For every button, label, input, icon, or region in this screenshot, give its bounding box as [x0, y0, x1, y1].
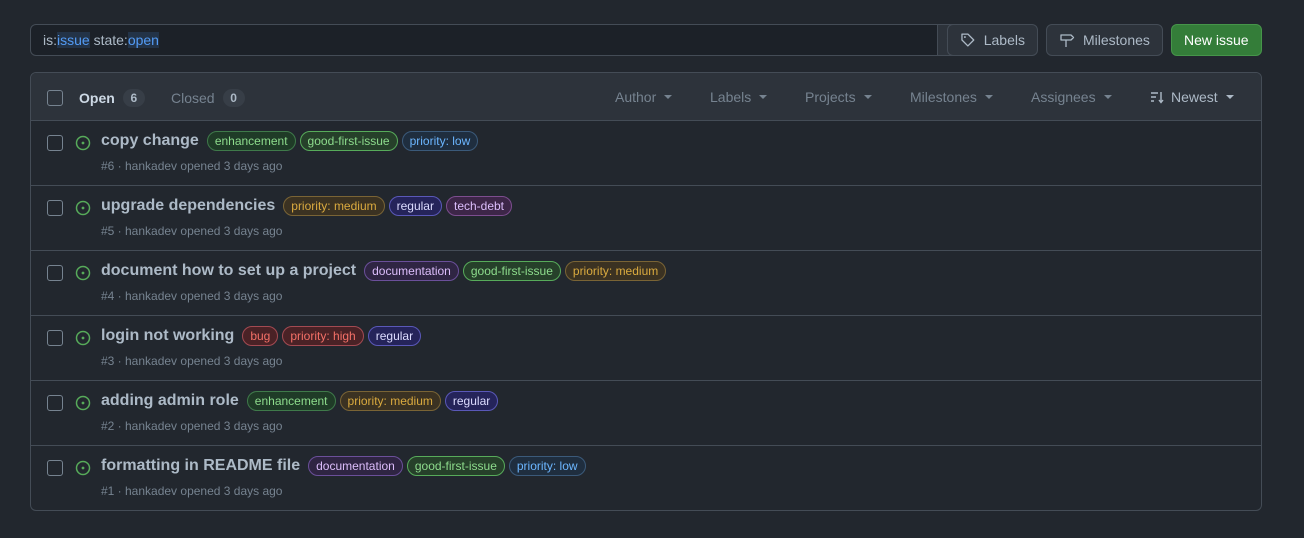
assignees-filter[interactable]: Assignees [1031, 89, 1112, 105]
issue-label[interactable]: good-first-issue [406, 456, 505, 476]
issue-label[interactable]: tech-debt [445, 196, 513, 216]
search-input[interactable]: is: issue state: open [30, 24, 938, 56]
author-filter[interactable]: Author [615, 89, 673, 105]
open-label: Open [79, 90, 115, 106]
issue-title-line: formatting in README file documentation g… [101, 456, 586, 476]
chevron-down-icon [759, 95, 768, 99]
chevron-down-icon [863, 95, 872, 99]
search-query-value-1: issue [57, 32, 90, 48]
issue-title[interactable]: upgrade dependencies [101, 197, 275, 215]
open-issue-icon [75, 395, 91, 411]
new-issue-button[interactable]: New issue [1171, 24, 1262, 56]
issue-title[interactable]: document how to set up a project [101, 262, 356, 280]
open-issue-icon [75, 200, 91, 216]
open-count: 6 [122, 89, 145, 107]
issue-row: document how to set up a project documen… [31, 251, 1261, 316]
search-query-prefix-1: is: [43, 32, 57, 48]
milestones-button[interactable]: Milestones [1046, 24, 1163, 56]
issue-title-line: document how to set up a project documen… [101, 261, 667, 281]
issue-label[interactable]: enhancement [206, 131, 296, 151]
issue-label[interactable]: priority: medium [339, 391, 441, 411]
issue-checkbox[interactable] [47, 265, 63, 281]
issue-label[interactable]: regular [388, 196, 442, 216]
issue-label[interactable]: documentation [308, 456, 403, 476]
milestones-filter[interactable]: Milestones [910, 89, 993, 105]
issue-title[interactable]: copy change [101, 132, 199, 150]
issue-label[interactable]: regular [444, 391, 499, 411]
author-filter-label: Author [615, 89, 657, 105]
issue-row: formatting in README file documentation g… [31, 446, 1261, 510]
projects-filter-label: Projects [805, 89, 856, 105]
labels-button[interactable]: Labels [947, 24, 1038, 56]
issue-checkbox[interactable] [47, 330, 63, 346]
issues-list: copy change enhancement good-first-issue p… [31, 121, 1261, 510]
issue-label[interactable]: priority: medium [564, 261, 667, 281]
closed-label: Closed [171, 90, 215, 106]
assignees-filter-label: Assignees [1031, 89, 1096, 105]
chevron-down-icon [1103, 95, 1112, 99]
milestones-filter-label: Milestones [910, 89, 977, 105]
issue-label[interactable]: enhancement [246, 391, 336, 411]
issue-row: copy change enhancement good-first-issue p… [31, 121, 1261, 186]
issues-list-box: Open 6 Closed 0 Author Labels Projects M… [30, 72, 1262, 511]
chevron-down-icon [1225, 95, 1234, 99]
sort-label: Newest [1171, 89, 1218, 105]
select-all-checkbox[interactable] [47, 90, 63, 106]
issue-row: adding admin role enhancement priority: m… [31, 381, 1261, 446]
sort-dropdown[interactable]: Newest [1149, 89, 1234, 105]
issue-row: login not working bug priority: high regul… [31, 316, 1261, 381]
issue-label[interactable]: regular [367, 326, 422, 346]
issue-label[interactable]: good-first-issue [462, 261, 561, 281]
milestone-icon [1060, 34, 1075, 47]
chevron-down-icon [984, 95, 993, 99]
issue-row: upgrade dependencies priority: medium reg… [31, 186, 1261, 251]
tag-icon [961, 33, 975, 47]
issues-toolbar: is: issue state: open Labels Milestones Ne… [30, 24, 1263, 56]
issue-label[interactable]: documentation [364, 261, 459, 281]
search-query-value-2: open [127, 32, 159, 48]
issue-label[interactable]: good-first-issue [299, 131, 398, 151]
new-issue-button-label: New issue [1184, 32, 1249, 48]
closed-issues-tab[interactable]: Closed 0 [171, 89, 245, 107]
issue-label[interactable]: priority: medium [283, 196, 385, 216]
issues-list-header: Open 6 Closed 0 Author Labels Projects M… [31, 73, 1261, 121]
open-issue-icon [75, 330, 91, 346]
issue-label[interactable]: bug [242, 326, 279, 346]
issue-meta: #6 · hankadev opened 3 days ago [101, 159, 283, 173]
issue-label[interactable]: priority: low [401, 131, 479, 151]
issue-title-line: adding admin role enhancement priority: m… [101, 391, 499, 411]
issue-checkbox[interactable] [47, 200, 63, 216]
open-issue-icon [75, 265, 91, 281]
issue-label[interactable]: priority: high [282, 326, 364, 346]
issue-title[interactable]: login not working [101, 327, 234, 345]
open-issues-tab[interactable]: Open 6 [79, 89, 145, 107]
issue-meta: #4 · hankadev opened 3 days ago [101, 289, 283, 303]
issue-title-line: upgrade dependencies priority: medium reg… [101, 196, 513, 216]
milestones-button-label: Milestones [1083, 32, 1150, 48]
issue-title-line: copy change enhancement good-first-issue p… [101, 131, 479, 151]
closed-count: 0 [222, 89, 245, 107]
issue-checkbox[interactable] [47, 460, 63, 476]
issue-title[interactable]: adding admin role [101, 392, 239, 410]
chevron-down-icon [664, 95, 673, 99]
issue-meta: #2 · hankadev opened 3 days ago [101, 419, 283, 433]
issue-meta: #5 · hankadev opened 3 days ago [101, 224, 283, 238]
issue-checkbox[interactable] [47, 395, 63, 411]
issue-meta: #3 · hankadev opened 3 days ago [101, 354, 283, 368]
sort-icon [1151, 92, 1164, 104]
open-issue-icon [75, 135, 91, 151]
projects-filter[interactable]: Projects [805, 89, 872, 105]
labels-button-label: Labels [983, 32, 1025, 48]
search-query-prefix-2: state: [89, 32, 128, 48]
issue-checkbox[interactable] [47, 135, 63, 151]
open-issue-icon [75, 460, 91, 476]
issue-meta: #1 · hankadev opened 3 days ago [101, 484, 283, 498]
issue-title[interactable]: formatting in README file [101, 457, 300, 475]
labels-filter[interactable]: Labels [710, 89, 768, 105]
issue-label[interactable]: priority: low [508, 456, 586, 476]
labels-filter-label: Labels [710, 89, 752, 105]
issue-title-line: login not working bug priority: high regul… [101, 326, 422, 346]
